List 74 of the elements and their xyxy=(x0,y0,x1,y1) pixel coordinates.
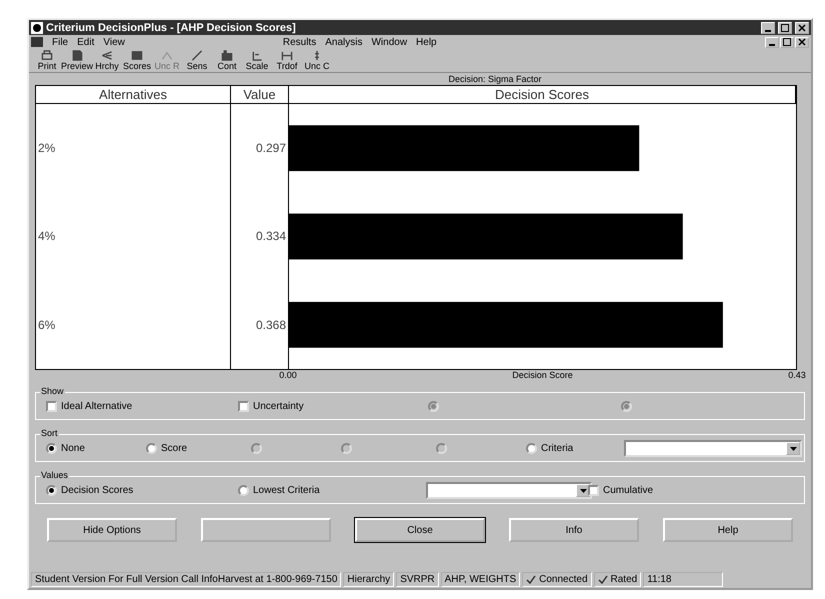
column-header: Value xyxy=(231,86,289,104)
push-button[interactable]: Close xyxy=(355,518,485,542)
column-header: Decision Scores xyxy=(289,86,796,104)
radio-button[interactable]: Score xyxy=(146,443,188,454)
close-icon xyxy=(798,24,806,32)
status-field: Hierarchy xyxy=(343,572,394,587)
radio-button[interactable]: None xyxy=(46,443,85,454)
minimize-icon xyxy=(769,44,775,46)
close-button[interactable] xyxy=(795,22,809,34)
maximize-button[interactable] xyxy=(778,22,792,34)
table-cell-text: 2% xyxy=(37,140,56,158)
toolbar-button[interactable]: Unc C xyxy=(303,50,331,71)
toolbar-button[interactable]: Print xyxy=(33,50,61,71)
tick-label: 0.43 xyxy=(788,370,806,380)
group-title: Show xyxy=(40,386,65,396)
dropdown-arrow-icon xyxy=(580,488,586,492)
status-field: AHP, WEIGHTS xyxy=(440,572,520,587)
toolbar-button[interactable]: Trdof xyxy=(273,50,301,71)
table-cell-text: 6% xyxy=(37,316,56,334)
toolbar-button[interactable]: Preview xyxy=(63,50,91,71)
push-button[interactable]: Info xyxy=(509,518,639,542)
push-button[interactable]: Hide Options xyxy=(47,518,177,542)
dropdown-field[interactable] xyxy=(624,440,802,457)
table-cell-text: 0.368 xyxy=(254,316,287,334)
check-icon xyxy=(598,575,608,584)
menu-item[interactable]: Edit xyxy=(77,36,94,48)
minimize-icon xyxy=(765,30,771,32)
menu-item[interactable]: Help xyxy=(416,36,437,48)
chart-caption: Decision: Sigma Factor xyxy=(447,73,543,85)
line-icon xyxy=(190,50,204,61)
peak-icon xyxy=(160,50,174,61)
checkbox[interactable]: Cumulative xyxy=(588,485,654,496)
checkbox[interactable]: Uncertainty xyxy=(238,401,304,412)
toolbar-button[interactable]: Hrchy xyxy=(93,50,121,71)
minimize-button[interactable] xyxy=(761,22,775,34)
table-cell-text: 0.297 xyxy=(254,140,287,158)
checkbox[interactable]: Ideal Alternative xyxy=(46,401,132,412)
radio-button[interactable]: Lowest Criteria xyxy=(238,485,320,496)
window-title: Criterium DecisionPlus - [AHP Decision Scores] xyxy=(46,22,297,34)
radio-button[interactable]: Decision Scores xyxy=(46,485,134,496)
toolbar-button[interactable]: Sens xyxy=(183,50,211,71)
dropdown-arrow-icon xyxy=(790,446,796,450)
printer-icon xyxy=(40,50,54,61)
dropdown-field[interactable] xyxy=(426,482,592,499)
menu-item[interactable]: View xyxy=(103,36,125,48)
group-title: Sort xyxy=(40,428,59,438)
app-icon xyxy=(31,22,43,34)
status-field: 11:18 xyxy=(643,572,724,587)
toolbar-button[interactable]: Scores xyxy=(123,50,151,71)
status-field: Rated xyxy=(594,572,642,587)
status-field: Student Version For Full Version Call InfoHarvest at 1-800-969-7150 xyxy=(31,572,342,587)
menu-item[interactable]: Results xyxy=(282,36,316,48)
check-icon xyxy=(526,575,536,584)
group-title: Values xyxy=(40,470,69,480)
menu-item[interactable]: File xyxy=(52,36,68,48)
menu-item[interactable]: Window xyxy=(371,36,408,48)
close-icon xyxy=(798,38,806,46)
toolbar-button[interactable]: Scale xyxy=(243,50,271,71)
table-cell-text: 4% xyxy=(37,228,56,246)
push-button[interactable] xyxy=(201,518,331,542)
page-icon xyxy=(70,50,84,61)
push-button[interactable]: Help xyxy=(663,518,793,542)
document-close-button[interactable] xyxy=(795,36,809,48)
status-field: SVRPR xyxy=(396,572,439,587)
radio-button[interactable]: Criteria xyxy=(526,443,574,454)
table-cell-text: 0.334 xyxy=(254,228,287,246)
toolbar-button[interactable]: Cont xyxy=(213,50,241,71)
menu-item[interactable]: Analysis xyxy=(325,36,362,48)
status-field: Connected xyxy=(522,572,592,587)
tick-label: 0.00 xyxy=(279,370,297,380)
document-minimize-button[interactable] xyxy=(765,36,779,48)
axis-title: Decision Score xyxy=(512,370,573,380)
column-header: Alternatives xyxy=(36,86,231,104)
document-maximize-button[interactable] xyxy=(780,36,794,48)
